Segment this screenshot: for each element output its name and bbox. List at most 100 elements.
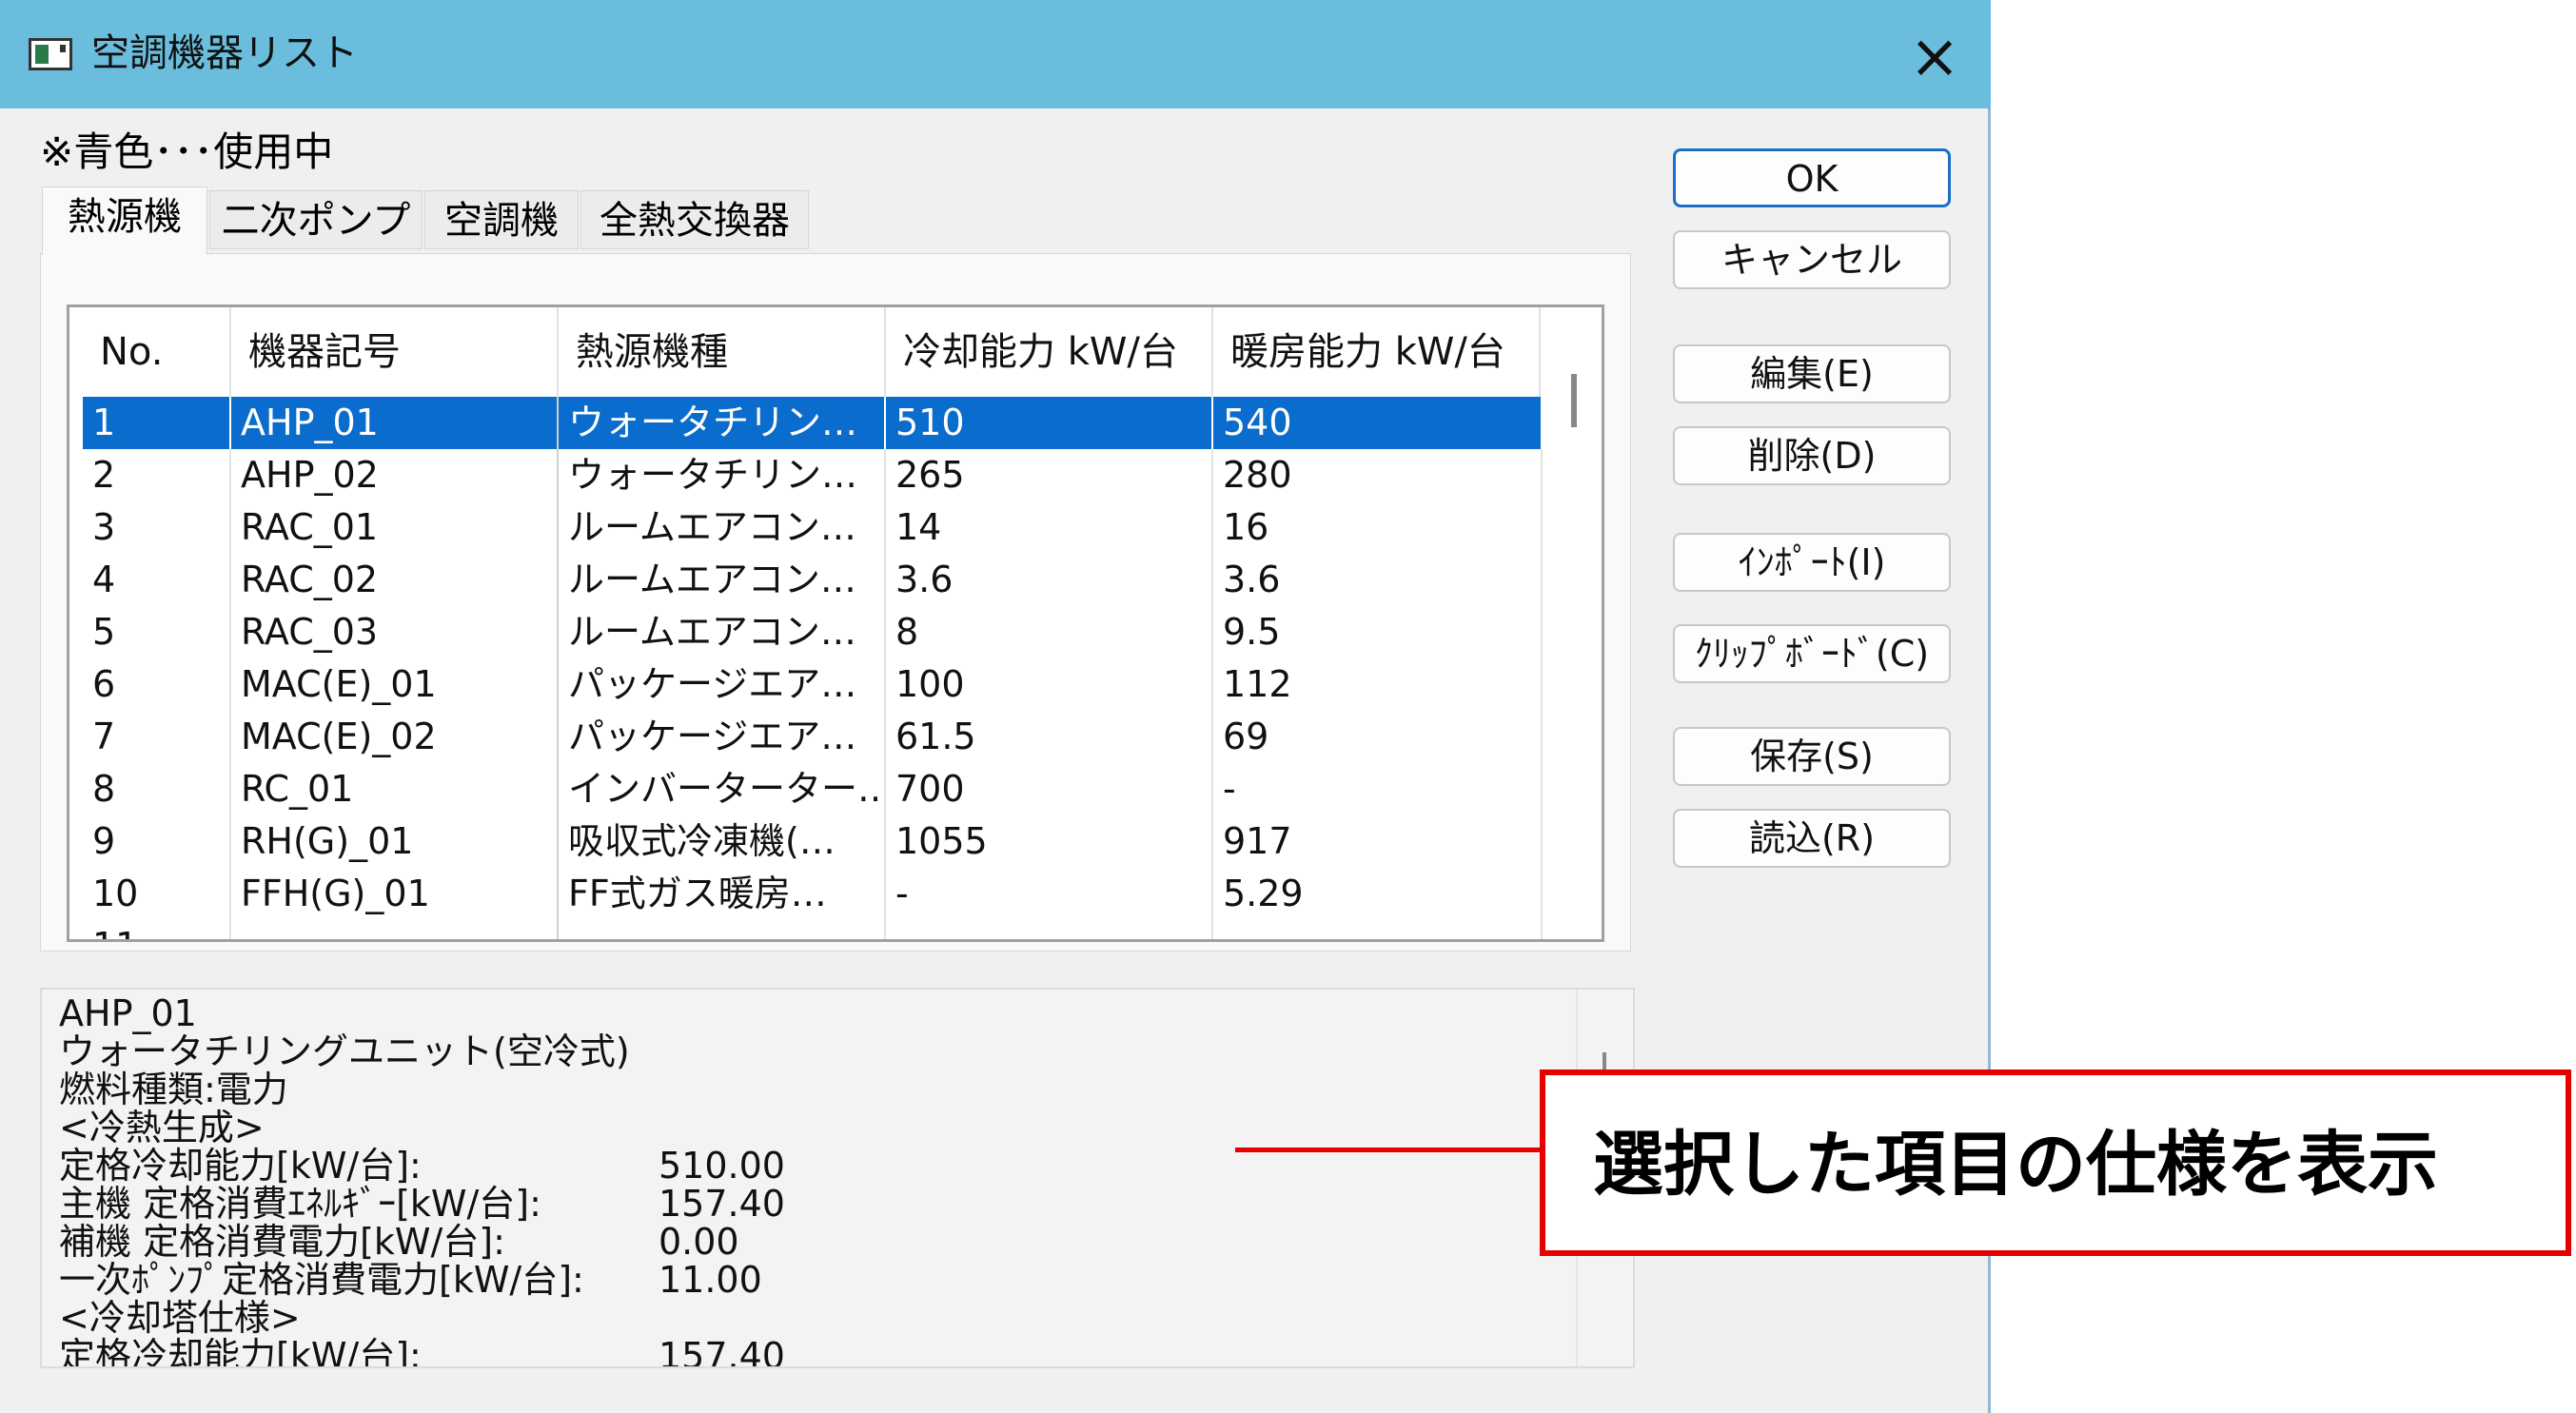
ok-button[interactable]: OK (1673, 148, 1951, 207)
table-cell: 540 (1213, 397, 1543, 449)
detail-line-value: 11.00 (659, 1259, 762, 1301)
table-row[interactable]: 9 RH(G)_01 吸収式冷凍機(… 1055 917 (83, 815, 1543, 868)
table-row[interactable]: 1 AHP_01 ウォータチリン… 510 540 (83, 397, 1543, 449)
title-bar[interactable]: 空調機器リスト × (0, 0, 1991, 108)
detail-line-label: <冷却塔仕様> (59, 1297, 301, 1339)
detail-line-value: 157.40 (659, 1183, 785, 1225)
table-row[interactable]: 4 RAC_02 ルームエアコン… 3.6 3.6 (83, 554, 1543, 606)
table-row[interactable]: 10 FFH(G)_01 FF式ガス暖房… -5.29 (83, 868, 1543, 920)
table-cell: 5 (83, 606, 231, 658)
edit-button[interactable]: 編集(E) (1673, 344, 1951, 403)
table-cell: ルームエアコン… (559, 501, 886, 554)
table-cell: インバーターター… (559, 763, 886, 815)
import-button[interactable]: ｲﾝﾎﾟｰﾄ(I) (1673, 533, 1951, 592)
table-cell: 9 (83, 815, 231, 868)
tab-heat-source[interactable]: 熱源機 (42, 186, 207, 255)
detail-line-label: AHP_01 (59, 992, 197, 1034)
app-window-icon (29, 38, 72, 70)
table-cell: 700 (886, 763, 1213, 815)
table-cell: ウォータチリン… (559, 449, 886, 501)
annotation-callout: 選択した項目の仕様を表示 (1540, 1070, 2571, 1256)
column-header-type[interactable]: 熱源機種 (559, 307, 886, 397)
table-cell: 265 (886, 449, 1213, 501)
table-cell: 7 (83, 711, 231, 763)
column-header-cooling[interactable]: 冷却能力 kW/台 (886, 307, 1213, 397)
spec-detail-panel[interactable]: AHP_01 ウォータチリングユニット(空冷式) 燃料種類:電力 <冷熱生成> 定格冷却… (40, 988, 1635, 1368)
table-row[interactable]: 5 RAC_03 ルームエアコン… 8 9.5 (83, 606, 1543, 658)
table-cell: RAC_03 (231, 606, 559, 658)
equipment-list[interactable]: No. 機器記号 熱源機種 冷却能力 kW/台 暖房能力 kW/台 1 AHP_0… (67, 304, 1604, 942)
table-cell: 3.6 (1213, 554, 1543, 606)
table-cell: RH(G)_01 (231, 815, 559, 868)
table-cell: RC_01 (231, 763, 559, 815)
table-cell: 8 (886, 606, 1213, 658)
list-scrollbar[interactable] (1556, 313, 1594, 932)
delete-button[interactable]: 削除(D) (1673, 426, 1951, 485)
column-header-no[interactable]: No. (83, 307, 231, 397)
table-cell: 510 (886, 397, 1213, 449)
detail-line-value: 0.00 (659, 1221, 739, 1263)
table-row[interactable]: 11 (83, 920, 1543, 939)
table-cell: 917 (1213, 815, 1543, 868)
tab-heat-exchanger[interactable]: 全熱交換器 (580, 190, 809, 249)
table-row[interactable]: 2 AHP_02 ウォータチリン… 265 280 (83, 449, 1543, 501)
table-cell: 69 (1213, 711, 1543, 763)
table-cell: ルームエアコン… (559, 606, 886, 658)
list-header: No. 機器記号 熱源機種 冷却能力 kW/台 暖房能力 kW/台 (69, 307, 1541, 397)
table-cell: 8 (83, 763, 231, 815)
table-cell: 280 (1213, 449, 1543, 501)
table-cell: 16 (1213, 501, 1543, 554)
table-cell: 1 (83, 397, 231, 449)
clipboard-button[interactable]: ｸﾘｯﾌﾟﾎﾞｰﾄﾞ(C) (1673, 624, 1951, 683)
table-cell (886, 920, 1213, 939)
table-cell: パッケージエア… (559, 658, 886, 711)
table-cell: RAC_02 (231, 554, 559, 606)
save-button[interactable]: 保存(S) (1673, 727, 1951, 786)
table-row[interactable]: 8 RC_01 インバーターター… 700- (83, 763, 1543, 815)
detail-line-label: 一次ﾎﾟﾝﾌﾟ定格消費電力[kW/台]: (59, 1259, 584, 1301)
table-cell: 100 (886, 658, 1213, 711)
detail-line-label: <冷熱生成> (59, 1107, 265, 1148)
table-cell: 5.29 (1213, 868, 1543, 920)
table-cell (1213, 920, 1543, 939)
table-cell: 112 (1213, 658, 1543, 711)
tab-secondary-pump[interactable]: 二次ポンプ (209, 190, 423, 249)
table-cell: - (886, 868, 1213, 920)
column-header-heating[interactable]: 暖房能力 kW/台 (1213, 307, 1541, 397)
table-row[interactable]: 6 MAC(E)_01 パッケージエア… 100 112 (83, 658, 1543, 711)
table-cell (559, 920, 886, 939)
detail-line-label: ウォータチリングユニット(空冷式) (59, 1030, 630, 1072)
tab-air-handler[interactable]: 空調機 (424, 190, 579, 249)
annotation-callout-text: 選択した項目の仕様を表示 (1593, 1124, 2438, 1206)
table-row[interactable]: 3 RAC_01 ルームエアコン… 14 16 (83, 501, 1543, 554)
table-cell: RAC_01 (231, 501, 559, 554)
table-cell: FFH(G)_01 (231, 868, 559, 920)
table-cell: AHP_01 (231, 397, 559, 449)
table-cell: AHP_02 (231, 449, 559, 501)
table-cell: MAC(E)_01 (231, 658, 559, 711)
table-cell: ルームエアコン… (559, 554, 886, 606)
load-button[interactable]: 読込(R) (1673, 809, 1951, 868)
table-cell: 3.6 (886, 554, 1213, 606)
column-header-symbol[interactable]: 機器記号 (231, 307, 559, 397)
cancel-button[interactable]: キャンセル (1673, 230, 1951, 289)
detail-line-label: 補機 定格消費電力[kW/台]: (59, 1221, 505, 1263)
detail-line-value: 510.00 (659, 1145, 785, 1187)
table-cell: 14 (886, 501, 1213, 554)
detail-line-label: 定格冷却能力[kW/台]: (59, 1145, 422, 1187)
table-cell: 9.5 (1213, 606, 1543, 658)
table-cell: 4 (83, 554, 231, 606)
table-cell: 61.5 (886, 711, 1213, 763)
table-cell: MAC(E)_02 (231, 711, 559, 763)
usage-legend-note: ※青色･･･使用中 (40, 128, 334, 175)
table-cell: - (1213, 763, 1543, 815)
table-row[interactable]: 7 MAC(E)_02 パッケージエア… 61.5 69 (83, 711, 1543, 763)
table-cell: ウォータチリン… (559, 397, 886, 449)
close-button[interactable]: × (1894, 21, 1976, 93)
table-cell: 10 (83, 868, 231, 920)
table-cell: 3 (83, 501, 231, 554)
detail-line-label: 主機 定格消費ｴﾈﾙｷﾞｰ[kW/台]: (59, 1183, 541, 1225)
table-cell: FF式ガス暖房… (559, 868, 886, 920)
callout-connector-line (1235, 1148, 1540, 1152)
list-scrollbar-thumb[interactable] (1571, 374, 1577, 427)
